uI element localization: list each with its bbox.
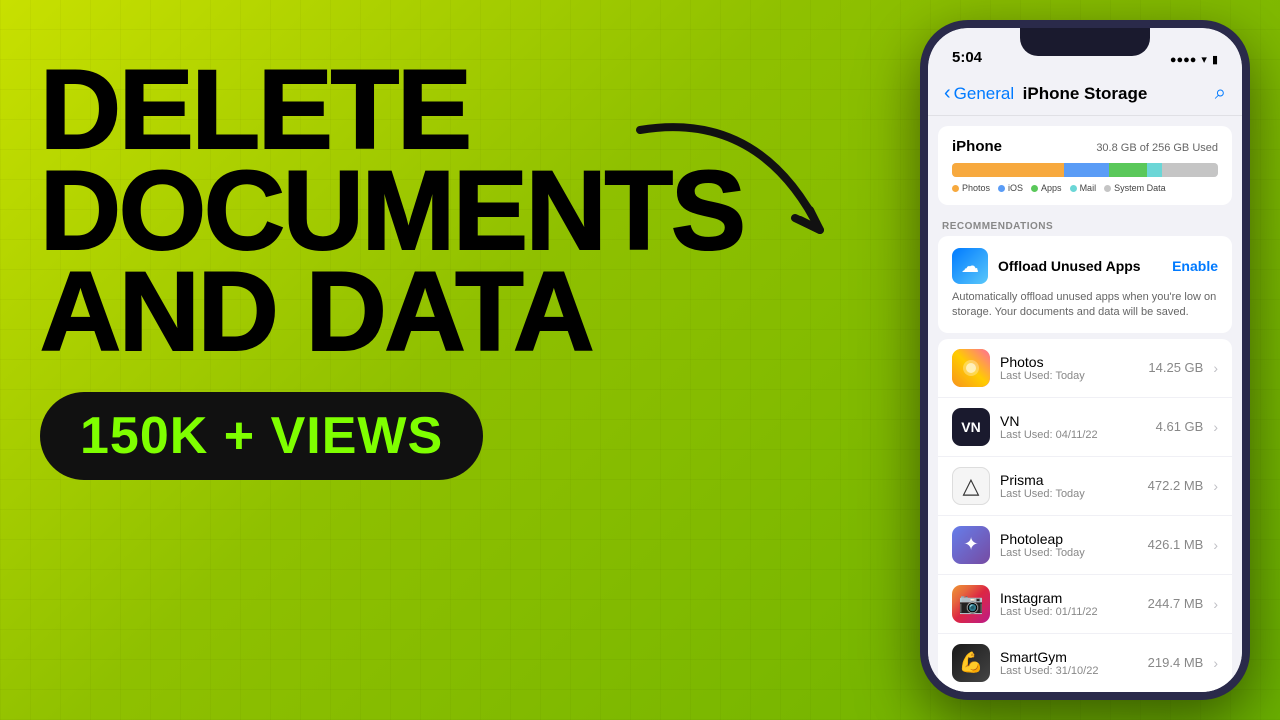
photoleap-icon: ✦ xyxy=(952,526,990,564)
vn-size: 4.61 GB xyxy=(1156,419,1204,434)
smartgym-icon: 💪 xyxy=(952,644,990,682)
bar-ios xyxy=(1064,163,1109,177)
bar-mail xyxy=(1147,163,1162,177)
prisma-size: 472.2 MB xyxy=(1148,478,1204,493)
storage-legend: Photos iOS Apps Mail xyxy=(952,183,1218,193)
photos-size: 14.25 GB xyxy=(1148,360,1203,375)
photoleap-last-used: Last Used: Today xyxy=(1000,547,1138,559)
legend-mail: Mail xyxy=(1070,183,1097,193)
phone-mockup: 5:04 ●●●● ▾ ▮ ‹ General iPhone Storage ⌕ xyxy=(920,20,1250,700)
app-item-smartgym[interactable]: 💪 SmartGym Last Used: 31/10/22 219.4 MB … xyxy=(938,634,1232,692)
bar-system xyxy=(1162,163,1218,177)
back-chevron-icon: ‹ xyxy=(944,82,951,105)
vn-icon: VN xyxy=(952,408,990,446)
photos-chevron: › xyxy=(1213,360,1218,376)
smartgym-last-used: Last Used: 31/10/22 xyxy=(1000,665,1138,677)
smartgym-size: 219.4 MB xyxy=(1148,655,1204,670)
instagram-size: 244.7 MB xyxy=(1148,596,1204,611)
storage-usage-text: 30.8 GB of 256 GB Used xyxy=(1096,142,1218,154)
smartgym-name: SmartGym xyxy=(1000,649,1138,665)
instagram-last-used: Last Used: 01/11/22 xyxy=(1000,606,1138,618)
smartgym-info: SmartGym Last Used: 31/10/22 xyxy=(1000,649,1138,677)
app-item-photoleap[interactable]: ✦ Photoleap Last Used: Today 426.1 MB › xyxy=(938,516,1232,575)
vn-name: VN xyxy=(1000,413,1146,429)
nav-back-button[interactable]: ‹ General xyxy=(944,82,1014,105)
legend-photos: Photos xyxy=(952,183,990,193)
vn-info: VN Last Used: 04/11/22 xyxy=(1000,413,1146,441)
photoleap-name: Photoleap xyxy=(1000,531,1138,547)
app-item-prisma[interactable]: △ Prisma Last Used: Today 472.2 MB › xyxy=(938,457,1232,516)
photos-icon xyxy=(952,349,990,387)
photos-name: Photos xyxy=(1000,354,1138,370)
nav-bar: ‹ General iPhone Storage ⌕ xyxy=(928,72,1242,116)
views-text: 150K + VIEWS xyxy=(80,407,443,465)
prisma-last-used: Last Used: Today xyxy=(1000,488,1138,500)
status-time: 5:04 xyxy=(952,49,982,66)
device-name: iPhone xyxy=(952,138,1002,155)
arrow-decoration xyxy=(560,100,860,300)
recommendation-card: ☁ Offload Unused Apps Enable Automatical… xyxy=(938,236,1232,333)
instagram-icon: 📷 xyxy=(952,585,990,623)
prisma-chevron: › xyxy=(1213,478,1218,494)
storage-bar xyxy=(952,163,1218,177)
vn-last-used: Last Used: 04/11/22 xyxy=(1000,429,1146,441)
app-list: Photos Last Used: Today 14.25 GB › VN VN… xyxy=(938,339,1232,692)
phone-screen: 5:04 ●●●● ▾ ▮ ‹ General iPhone Storage ⌕ xyxy=(928,28,1242,692)
wifi-icon: ▾ xyxy=(1201,53,1207,66)
rec-title: Offload Unused Apps xyxy=(998,258,1141,274)
photoleap-chevron: › xyxy=(1213,537,1218,553)
legend-apps: Apps xyxy=(1031,183,1062,193)
smartgym-chevron: › xyxy=(1213,655,1218,671)
prisma-info: Prisma Last Used: Today xyxy=(1000,472,1138,500)
legend-ios: iOS xyxy=(998,183,1023,193)
instagram-info: Instagram Last Used: 01/11/22 xyxy=(1000,590,1138,618)
storage-content: iPhone 30.8 GB of 256 GB Used Photos xyxy=(928,116,1242,692)
photoleap-info: Photoleap Last Used: Today xyxy=(1000,531,1138,559)
prisma-icon: △ xyxy=(952,467,990,505)
offload-icon: ☁ xyxy=(952,248,988,284)
photos-last-used: Last Used: Today xyxy=(1000,370,1138,382)
search-icon[interactable]: ⌕ xyxy=(1215,82,1226,105)
app-item-instagram[interactable]: 📷 Instagram Last Used: 01/11/22 244.7 MB… xyxy=(938,575,1232,634)
apps-legend-label: Apps xyxy=(1041,183,1062,193)
app-item-photos[interactable]: Photos Last Used: Today 14.25 GB › xyxy=(938,339,1232,398)
instagram-name: Instagram xyxy=(1000,590,1138,606)
prisma-name: Prisma xyxy=(1000,472,1138,488)
vn-chevron: › xyxy=(1213,419,1218,435)
signal-icon: ●●●● xyxy=(1170,54,1197,66)
status-icons: ●●●● ▾ ▮ xyxy=(1170,53,1218,66)
app-item-vn[interactable]: VN VN Last Used: 04/11/22 4.61 GB › xyxy=(938,398,1232,457)
bar-apps xyxy=(1109,163,1146,177)
storage-card: iPhone 30.8 GB of 256 GB Used Photos xyxy=(938,126,1232,205)
enable-button[interactable]: Enable xyxy=(1172,258,1218,274)
legend-system: System Data xyxy=(1104,183,1166,193)
bar-photos xyxy=(952,163,1064,177)
battery-icon: ▮ xyxy=(1212,53,1218,66)
recommendations-header: RECOMMENDATIONS xyxy=(928,211,1242,236)
nav-title: iPhone Storage xyxy=(1023,84,1148,104)
photoleap-size: 426.1 MB xyxy=(1148,537,1204,552)
photos-info: Photos Last Used: Today xyxy=(1000,354,1138,382)
views-badge: 150K + VIEWS xyxy=(40,392,483,480)
phone-notch xyxy=(1020,28,1150,56)
back-label: General xyxy=(954,84,1014,104)
instagram-chevron: › xyxy=(1213,596,1218,612)
rec-description: Automatically offload unused apps when y… xyxy=(952,290,1218,321)
